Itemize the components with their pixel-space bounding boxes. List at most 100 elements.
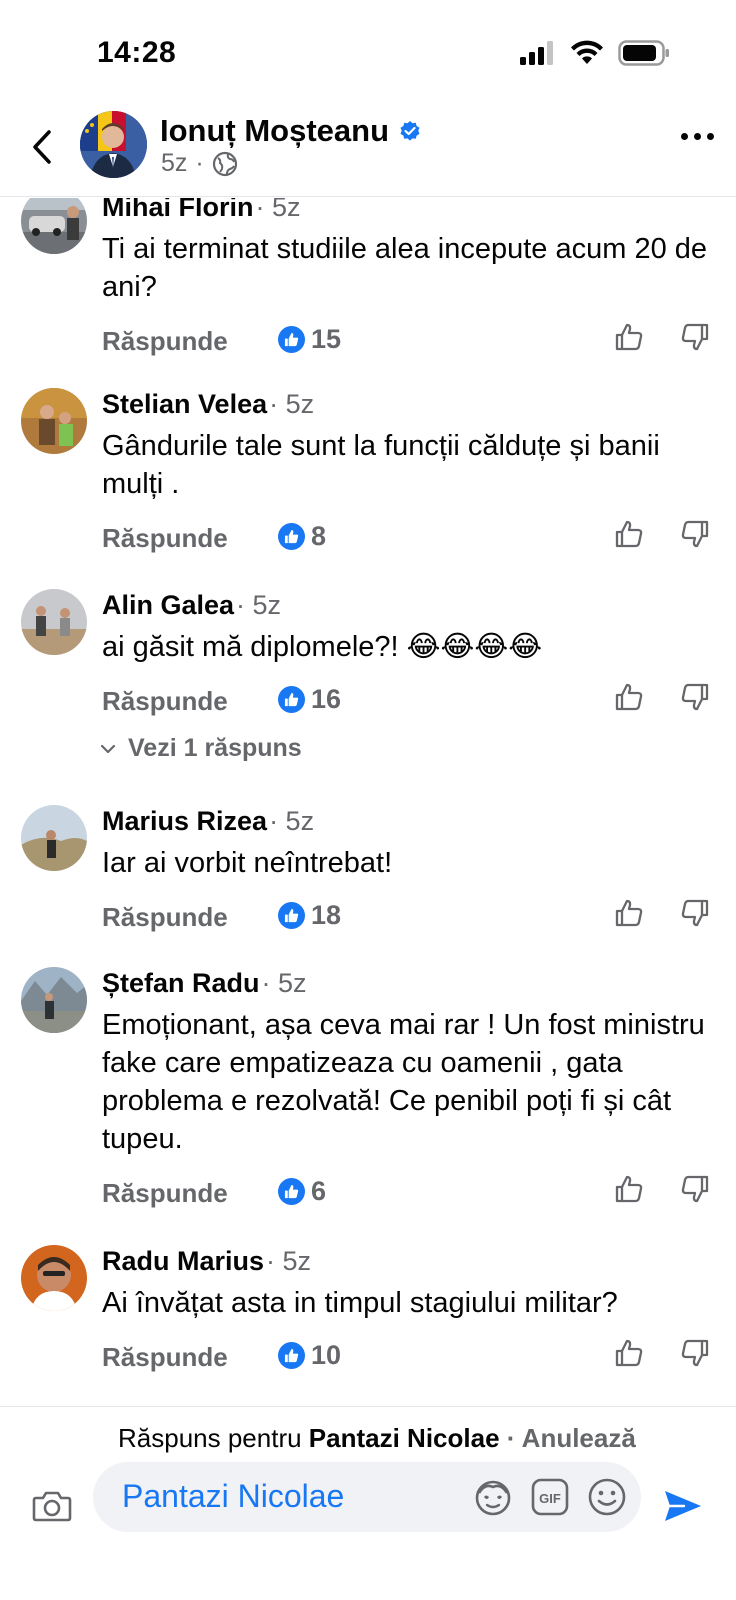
reply-to-prefix: Răspuns pentru <box>118 1423 309 1453</box>
gif-icon[interactable]: GIF <box>531 1478 569 1516</box>
comment-input-value: Pantazi Nicolae <box>122 1478 345 1514</box>
author-name-row: Ionuț Moșteanu <box>160 113 421 149</box>
view-replies-link[interactable]: Vezi 1 răspuns <box>100 734 302 763</box>
commenter-avatar[interactable] <box>21 589 87 655</box>
comment-composer: Răspuns pentru Pantazi Nicolae · Anuleaz… <box>0 1406 736 1600</box>
like-count-value: 16 <box>311 684 342 714</box>
like-count[interactable]: 10 <box>278 1340 341 1371</box>
comment-time: · 5z <box>266 1246 312 1276</box>
like-reaction-icon <box>278 1178 305 1205</box>
globe-icon <box>212 151 237 176</box>
commenter-name[interactable]: Alin Galea <box>102 590 234 621</box>
status-icons <box>520 40 670 66</box>
comment-text: Gândurile tale sunt la funcții călduțe ș… <box>102 430 660 500</box>
more-options-button[interactable] <box>681 133 714 140</box>
like-count[interactable]: 18 <box>278 900 341 931</box>
commenter-avatar[interactable] <box>21 805 87 871</box>
post-header: Ionuț Moșteanu 5z · <box>0 105 736 197</box>
thumbs-up-icon[interactable] <box>614 1174 644 1204</box>
thumbs-down-icon[interactable] <box>680 898 710 928</box>
thumbs-up-icon[interactable] <box>614 682 644 712</box>
reply-button[interactable]: Răspunde <box>102 523 228 554</box>
comment-actions: Răspunde 6 <box>102 1175 712 1212</box>
send-icon[interactable] <box>662 1487 704 1525</box>
like-count[interactable]: 15 <box>278 324 341 355</box>
like-reaction-icon <box>278 326 305 353</box>
commenter-avatar[interactable] <box>21 198 87 254</box>
thumbs-down-icon[interactable] <box>680 519 710 549</box>
reply-button[interactable]: Răspunde <box>102 1178 228 1209</box>
comment-text: Iar ai vorbit neîntrebat! <box>102 847 393 879</box>
gif-label: GIF <box>539 1491 561 1506</box>
like-count-value: 15 <box>311 324 342 354</box>
comment-time: · 5z <box>255 198 301 222</box>
chevron-down-icon <box>100 744 116 753</box>
comment-header: Mihai Florin · 5z <box>102 198 301 223</box>
like-reaction-icon <box>278 686 305 713</box>
post-age: 5z <box>161 149 188 177</box>
like-count[interactable]: 16 <box>278 684 341 715</box>
commenter-avatar[interactable] <box>21 967 87 1033</box>
like-count[interactable]: 8 <box>278 521 326 552</box>
meta-separator: · <box>195 149 204 177</box>
thumbs-up-icon[interactable] <box>614 322 644 352</box>
like-count-value: 8 <box>311 521 327 551</box>
like-count-value: 10 <box>311 1340 342 1370</box>
comment-actions: Răspunde 18 <box>102 899 712 936</box>
commenter-avatar[interactable] <box>21 1245 87 1311</box>
author-avatar[interactable] <box>80 111 147 178</box>
comment-time: · 5z <box>261 968 307 998</box>
like-reaction-icon <box>278 902 305 929</box>
status-bar: 14:28 <box>0 0 736 105</box>
like-reaction-icon <box>278 523 305 550</box>
reply-to-name: Pantazi Nicolae <box>308 1423 500 1453</box>
status-time: 14:28 <box>97 36 177 69</box>
thumbs-down-icon[interactable] <box>680 322 710 352</box>
reply-button[interactable]: Răspunde <box>102 686 228 717</box>
commenter-name[interactable]: Radu Marius <box>102 1246 264 1277</box>
comment-list: Mihai Florin · 5z Ti ai terminat studiil… <box>0 198 736 1405</box>
emoji-icon[interactable] <box>587 1477 627 1517</box>
comment-time: · 5z <box>236 590 282 620</box>
post-meta: 5z · <box>161 149 238 178</box>
cancel-reply-button[interactable]: · Anulează <box>500 1423 636 1453</box>
like-count-value: 6 <box>311 1176 327 1206</box>
comment-input[interactable]: Pantazi Nicolae GIF <box>93 1462 641 1532</box>
camera-icon[interactable] <box>32 1489 72 1523</box>
like-reaction-icon <box>278 1342 305 1369</box>
comment-text: ai găsit mă diplomele?! 😂😂😂😂 <box>102 631 543 663</box>
thumbs-up-icon[interactable] <box>614 519 644 549</box>
view-replies-label: Vezi 1 răspuns <box>128 734 302 762</box>
input-icons: GIF <box>473 1477 627 1517</box>
comment-header: Radu Marius · 5z <box>102 1246 311 1277</box>
commenter-avatar[interactable] <box>21 388 87 454</box>
avatar-sticker-icon[interactable] <box>473 1477 513 1517</box>
back-button[interactable] <box>22 125 62 169</box>
thumbs-down-icon[interactable] <box>680 1174 710 1204</box>
reply-to-banner: Răspuns pentru Pantazi Nicolae · Anuleaz… <box>118 1423 636 1454</box>
author-name[interactable]: Ionuț Moșteanu <box>160 113 389 149</box>
thumbs-up-icon[interactable] <box>614 898 644 928</box>
comment-header: Stelian Velea · 5z <box>102 389 314 420</box>
comment-text: Ai învățat asta in timpul stagiului mili… <box>102 1287 618 1319</box>
commenter-name[interactable]: Marius Rizea <box>102 806 267 837</box>
comment-actions: Răspunde 15 <box>102 323 712 360</box>
comment-text: Ti ai terminat studiile alea incepute ac… <box>102 233 708 303</box>
thumbs-down-icon[interactable] <box>680 1338 710 1368</box>
thumbs-up-icon[interactable] <box>614 1338 644 1368</box>
commenter-name[interactable]: Stelian Velea <box>102 389 267 420</box>
verified-badge-icon <box>400 121 420 141</box>
comment-actions: Răspunde 16 <box>102 683 712 720</box>
commenter-name[interactable]: Ștefan Radu <box>102 968 260 999</box>
reply-button[interactable]: Răspunde <box>102 326 228 357</box>
reply-button[interactable]: Răspunde <box>102 902 228 933</box>
comment-header: Alin Galea · 5z <box>102 590 281 621</box>
like-count[interactable]: 6 <box>278 1176 326 1207</box>
thumbs-down-icon[interactable] <box>680 682 710 712</box>
like-count-value: 18 <box>311 900 342 930</box>
reply-button[interactable]: Răspunde <box>102 1342 228 1373</box>
comment-time: · 5z <box>269 389 315 419</box>
signal-icon <box>520 41 553 65</box>
commenter-name[interactable]: Mihai Florin <box>102 198 254 223</box>
battery-icon <box>618 40 669 66</box>
